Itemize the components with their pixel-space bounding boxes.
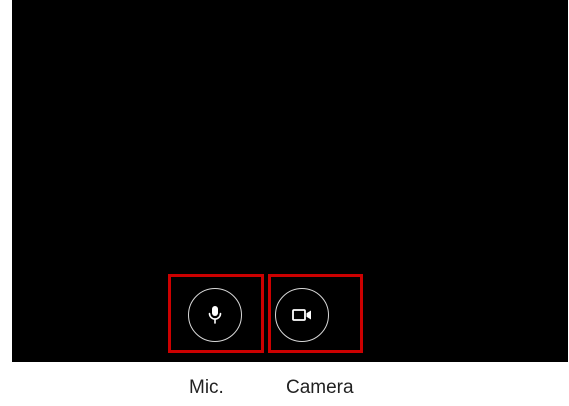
mic-toggle-button[interactable] bbox=[188, 288, 242, 342]
mic-caption: Mic. bbox=[189, 377, 224, 398]
video-camera-icon bbox=[291, 307, 313, 323]
camera-toggle-button[interactable] bbox=[275, 288, 329, 342]
microphone-icon bbox=[207, 305, 223, 325]
camera-caption: Camera bbox=[286, 377, 354, 398]
